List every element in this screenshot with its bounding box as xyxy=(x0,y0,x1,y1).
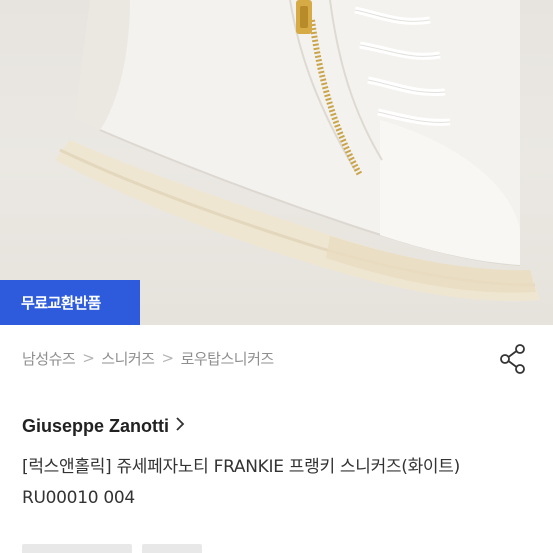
chevron-right-icon xyxy=(175,416,185,437)
breadcrumb-item-mens-shoes[interactable]: 남성슈즈 xyxy=(22,348,76,369)
free-return-badge: 무료교환반품 xyxy=(0,280,140,325)
product-title: [럭스앤홀릭] 쥬세페자노티 FRANKIE 프랭키 스니커즈(화이트) RU0… xyxy=(22,457,460,508)
brand-name: Giuseppe Zanotti xyxy=(22,415,170,436)
price-row-placeholder xyxy=(22,544,222,553)
breadcrumb: 남성슈즈 > 스니커즈 > 로우탑스니커즈 xyxy=(22,344,274,372)
breadcrumb-item-sneakers[interactable]: 스니커즈 xyxy=(101,348,155,369)
brand-link[interactable]: Giuseppe Zanotti xyxy=(22,412,185,440)
breadcrumb-item-low-top-sneakers[interactable]: 로우탑스니커즈 xyxy=(181,348,275,369)
share-icon xyxy=(500,344,525,374)
sneaker-illustration xyxy=(55,0,540,301)
breadcrumb-separator: > xyxy=(82,349,95,367)
product-hero-image[interactable]: 무료교환반품 xyxy=(0,0,553,325)
share-button[interactable] xyxy=(498,343,528,375)
breadcrumb-separator: > xyxy=(161,349,174,367)
